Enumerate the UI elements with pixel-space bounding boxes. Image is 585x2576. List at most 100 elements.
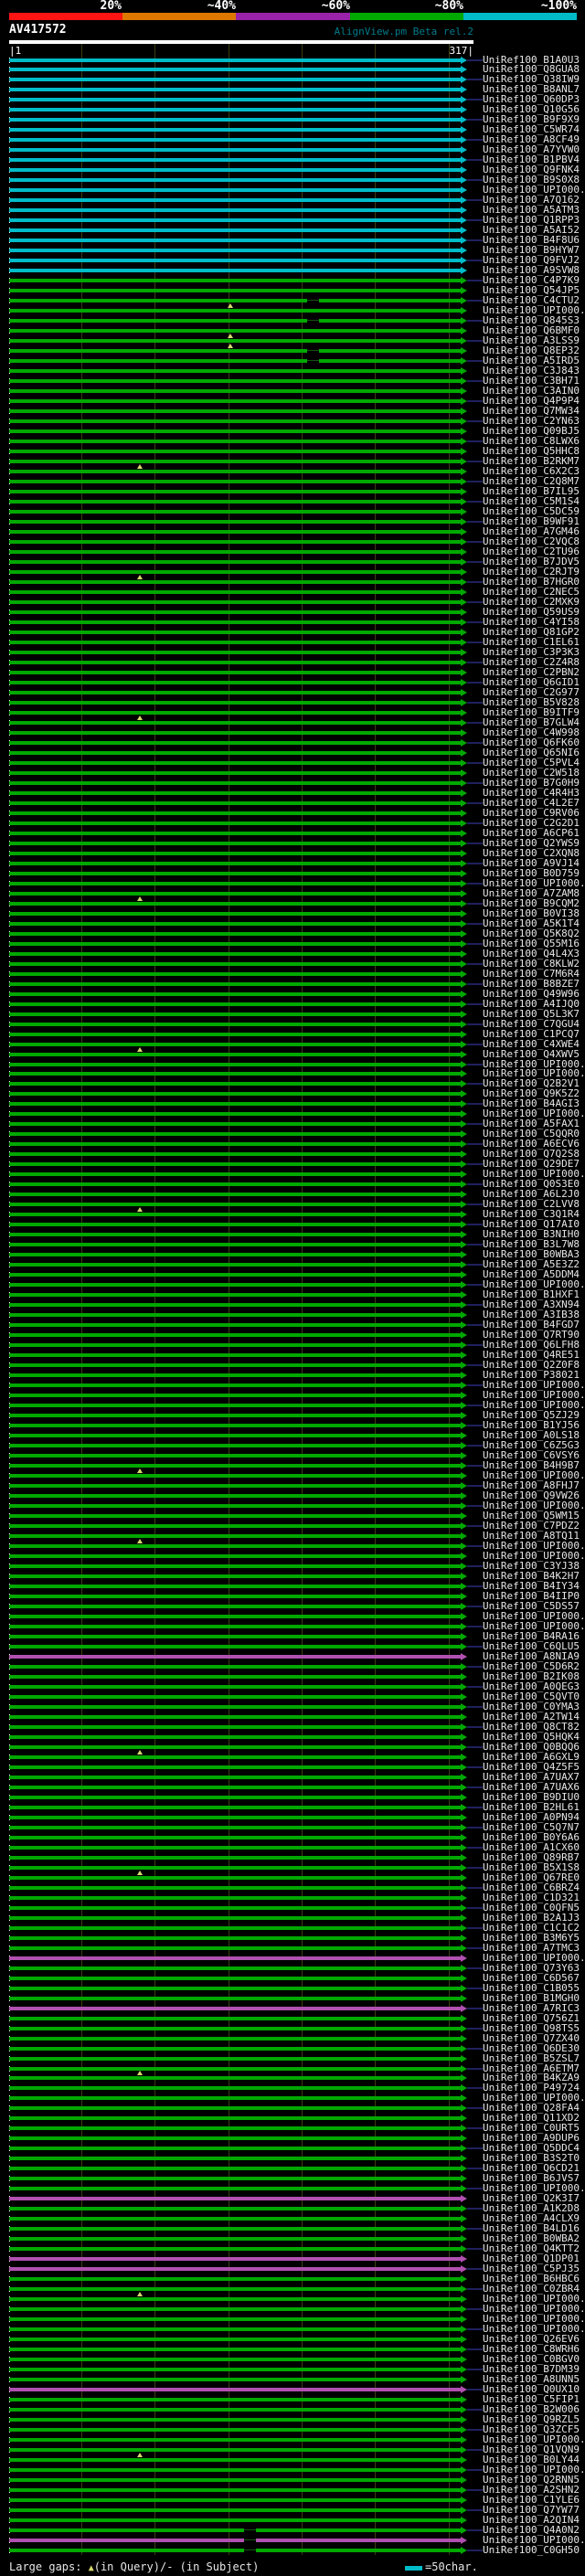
alignment-bar [9, 520, 461, 524]
query-gap-marker-icon [137, 1750, 143, 1754]
alignment-bar [9, 701, 461, 705]
arrowhead-icon [461, 2135, 467, 2142]
arrowhead-icon [461, 830, 467, 837]
connector-line [467, 501, 483, 503]
connector-line [467, 722, 483, 724]
alignment-bar [9, 1343, 461, 1347]
alignment-bar [9, 781, 461, 785]
alignment-bar [9, 1725, 461, 1729]
alignment-bar [9, 560, 461, 564]
alignment-bar [9, 1504, 461, 1508]
alignment-bar [9, 1916, 461, 1920]
arrowhead-icon [461, 1854, 467, 1861]
arrowhead-icon [461, 1482, 467, 1489]
connector-line [467, 79, 483, 80]
arrowhead-icon [461, 1824, 467, 1831]
arrowhead-icon [461, 2084, 467, 2092]
arrowhead-icon [461, 458, 467, 465]
alignment-bar [9, 1776, 461, 1779]
bar-gap-segment [244, 2528, 256, 2532]
arrowhead-icon [461, 759, 467, 767]
alignment-bar [9, 1574, 461, 1578]
arrowhead-icon [461, 1281, 467, 1288]
alignment-bar [9, 972, 461, 976]
arrowhead-icon [461, 1583, 467, 1590]
arrowhead-icon [461, 86, 467, 93]
hit-accession-label[interactable]: UniRef100_C0GH50 [483, 2545, 580, 2555]
arrowhead-icon [461, 186, 467, 194]
arrowhead-icon [461, 1321, 467, 1329]
arrowhead-icon [461, 1171, 467, 1178]
query-gap-marker-icon [137, 575, 143, 579]
arrowhead-icon [461, 2346, 467, 2353]
connector-line [467, 1324, 483, 1326]
connector-line [467, 883, 483, 885]
arrowhead-icon [461, 2456, 467, 2464]
alignment-bar [9, 379, 461, 383]
connector-line [467, 1766, 483, 1768]
alignment-bar [9, 138, 461, 142]
connector-line [467, 2087, 483, 2089]
alignment-bar [9, 1494, 461, 1498]
arrowhead-icon [461, 498, 467, 505]
connector-line [467, 1163, 483, 1165]
alignment-bar [9, 1755, 461, 1759]
alignment-bar [9, 319, 461, 323]
arrowhead-icon [461, 207, 467, 214]
arrowhead-icon [461, 1603, 467, 1610]
arrowhead-icon [461, 2045, 467, 2052]
alignment-bar [9, 429, 461, 433]
alignment-bar [9, 2187, 461, 2190]
scale-label-60: ~60% [321, 0, 350, 13]
arrowhead-icon [461, 1061, 467, 1068]
connector-line [467, 1425, 483, 1426]
connector-line [467, 280, 483, 281]
arrowhead-icon [461, 930, 467, 938]
connector-line [467, 1686, 483, 1688]
arrowhead-icon [461, 2316, 467, 2323]
arrowhead-icon [461, 1201, 467, 1208]
alignment-bar [9, 1605, 461, 1608]
alignment-bar [9, 1243, 461, 1246]
connector-line [467, 2068, 483, 2070]
connector-line [467, 300, 483, 302]
alignment-bar [9, 1373, 461, 1377]
arrowhead-icon [461, 2356, 467, 2363]
large-gaps-legend: Large gaps: ▲(in Query)/- (in Subject) [9, 2561, 259, 2574]
alignment-bar [9, 2518, 461, 2522]
alignment-bar [9, 68, 461, 71]
arrowhead-icon [461, 1834, 467, 1841]
alignment-bar [9, 590, 461, 594]
arrowhead-icon [461, 448, 467, 455]
arrowhead-icon [461, 287, 467, 294]
connector-line [467, 1344, 483, 1346]
connector-line [467, 400, 483, 402]
connector-line [467, 2328, 483, 2330]
alignment-bar [9, 2207, 461, 2210]
scale-swatch-label: =50char. [425, 2560, 478, 2573]
alignment-bar [9, 1444, 461, 1447]
connector-line [467, 2469, 483, 2471]
alignment-bar [9, 1112, 461, 1116]
arrowhead-icon [461, 2235, 467, 2242]
alignment-bar [9, 1063, 461, 1066]
connector-line [467, 2008, 483, 2009]
arrowhead-icon [461, 1894, 467, 1902]
alignment-bar [9, 2317, 461, 2321]
arrowhead-icon [461, 327, 467, 334]
alignment-hit-row: UniRef100_C0GH50 [0, 2545, 585, 2555]
alignment-bar [9, 1323, 461, 1327]
alignment-bar [9, 309, 461, 313]
alignment-bar [9, 148, 461, 152]
alignment-bar [9, 811, 461, 815]
alignment-bar [9, 1977, 461, 1980]
connector-line [467, 1044, 483, 1045]
arrowhead-icon [461, 1211, 467, 1218]
arrowhead-icon [461, 1955, 467, 1962]
connector-line [467, 2107, 483, 2109]
alignment-bar [9, 892, 461, 896]
arrowhead-icon [461, 1130, 467, 1138]
arrowhead-icon [461, 247, 467, 254]
alignview-output-page: { "header": { "scale_labels": ["20%", "~… [0, 0, 585, 2576]
alignment-bar [9, 832, 461, 835]
